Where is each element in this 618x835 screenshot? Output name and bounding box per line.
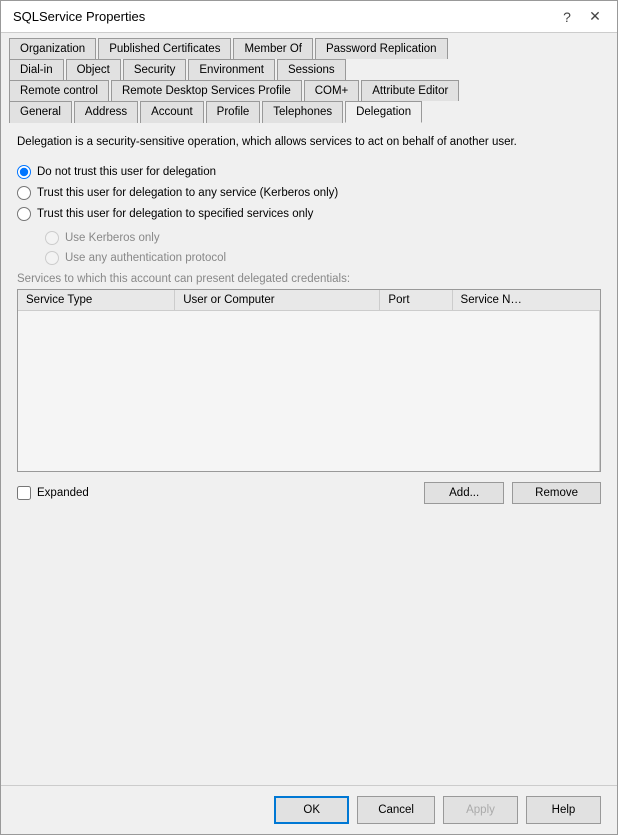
col-service-type: Service Type	[18, 290, 175, 311]
radio-do-not-trust-input[interactable]	[17, 165, 31, 179]
col-port: Port	[380, 290, 452, 311]
tab-row-1: Organization Published Certificates Memb…	[9, 37, 609, 58]
tab-dial-in[interactable]: Dial-in	[9, 59, 64, 80]
table-header-row: Service Type User or Computer Port Servi…	[18, 290, 600, 311]
delegation-description: Delegation is a security-sensitive opera…	[17, 134, 601, 151]
sub-radio-any-auth-input	[45, 251, 59, 265]
expanded-row: Expanded	[17, 486, 89, 500]
empty-cell	[18, 311, 600, 471]
delegation-radio-group: Do not trust this user for delegation Tr…	[17, 165, 601, 221]
tab-row-4: General Address Account Profile Telephon…	[9, 100, 609, 122]
tab-account[interactable]: Account	[140, 101, 204, 123]
tabs-section: Organization Published Certificates Memb…	[1, 33, 617, 122]
sub-radio-any-auth: Use any authentication protocol	[45, 251, 601, 265]
bottom-controls: Expanded Add... Remove	[17, 482, 601, 514]
tab-content-delegation: Delegation is a security-sensitive opera…	[1, 122, 617, 655]
spacer	[1, 655, 617, 785]
services-table-wrapper: Service Type User or Computer Port Servi…	[17, 289, 601, 472]
title-bar-left: SQLService Properties	[13, 9, 145, 24]
tab-object[interactable]: Object	[66, 59, 121, 80]
expanded-checkbox[interactable]	[17, 486, 31, 500]
tab-security[interactable]: Security	[123, 59, 187, 80]
radio-trust-any-label: Trust this user for delegation to any se…	[37, 187, 338, 199]
tab-sessions[interactable]: Sessions	[277, 59, 346, 80]
radio-trust-any[interactable]: Trust this user for delegation to any se…	[17, 186, 601, 200]
sub-radio-any-auth-label: Use any authentication protocol	[65, 252, 226, 264]
tab-rdp-profile[interactable]: Remote Desktop Services Profile	[111, 80, 302, 101]
window-title: SQLService Properties	[13, 9, 145, 24]
tab-organization[interactable]: Organization	[9, 38, 96, 59]
tab-remote-control[interactable]: Remote control	[9, 80, 109, 101]
title-bar-controls: ? ✕	[557, 7, 605, 27]
remove-button[interactable]: Remove	[512, 482, 601, 504]
tab-environment[interactable]: Environment	[188, 59, 275, 80]
tab-general[interactable]: General	[9, 101, 72, 123]
sub-radio-group: Use Kerberos only Use any authentication…	[45, 231, 601, 265]
radio-trust-specified-input[interactable]	[17, 207, 31, 221]
sub-radio-kerberos: Use Kerberos only	[45, 231, 601, 245]
help-button[interactable]: ?	[557, 7, 577, 27]
cancel-button[interactable]: Cancel	[357, 796, 435, 824]
col-user-or-computer: User or Computer	[175, 290, 380, 311]
tab-com-plus[interactable]: COM+	[304, 80, 360, 101]
tab-profile[interactable]: Profile	[206, 101, 261, 123]
sub-radio-kerberos-input	[45, 231, 59, 245]
tab-row-2: Dial-in Object Security Environment Sess…	[9, 58, 609, 79]
tab-address[interactable]: Address	[74, 101, 138, 123]
sub-radio-kerberos-label: Use Kerberos only	[65, 232, 160, 244]
col-service-name: Service N…	[452, 290, 599, 311]
add-button[interactable]: Add...	[424, 482, 504, 504]
table-body	[18, 311, 600, 471]
services-table: Service Type User or Computer Port Servi…	[18, 290, 600, 471]
help-footer-button[interactable]: Help	[526, 796, 601, 824]
expanded-label: Expanded	[37, 487, 89, 499]
footer-bar: OK Cancel Apply Help	[1, 785, 617, 834]
title-bar: SQLService Properties ? ✕	[1, 1, 617, 33]
tab-member-of[interactable]: Member Of	[233, 38, 313, 59]
close-button[interactable]: ✕	[585, 7, 605, 27]
radio-trust-specified-label: Trust this user for delegation to specif…	[37, 208, 313, 220]
tab-attribute-editor[interactable]: Attribute Editor	[361, 80, 459, 101]
tab-delegation[interactable]: Delegation	[345, 101, 422, 123]
radio-trust-specified[interactable]: Trust this user for delegation to specif…	[17, 207, 601, 221]
services-credentials-label: Services to which this account can prese…	[17, 273, 601, 285]
tab-row-3: Remote control Remote Desktop Services P…	[9, 79, 609, 100]
tab-telephones[interactable]: Telephones	[262, 101, 343, 123]
apply-button[interactable]: Apply	[443, 796, 518, 824]
radio-trust-any-input[interactable]	[17, 186, 31, 200]
radio-do-not-trust-label: Do not trust this user for delegation	[37, 166, 216, 178]
ok-button[interactable]: OK	[274, 796, 349, 824]
dialog-window: SQLService Properties ? ✕ Organization P…	[0, 0, 618, 835]
table-action-buttons: Add... Remove	[424, 482, 601, 504]
tab-password-replication[interactable]: Password Replication	[315, 38, 448, 59]
radio-do-not-trust[interactable]: Do not trust this user for delegation	[17, 165, 601, 179]
empty-row	[18, 311, 600, 471]
tab-published-certificates[interactable]: Published Certificates	[98, 38, 231, 59]
